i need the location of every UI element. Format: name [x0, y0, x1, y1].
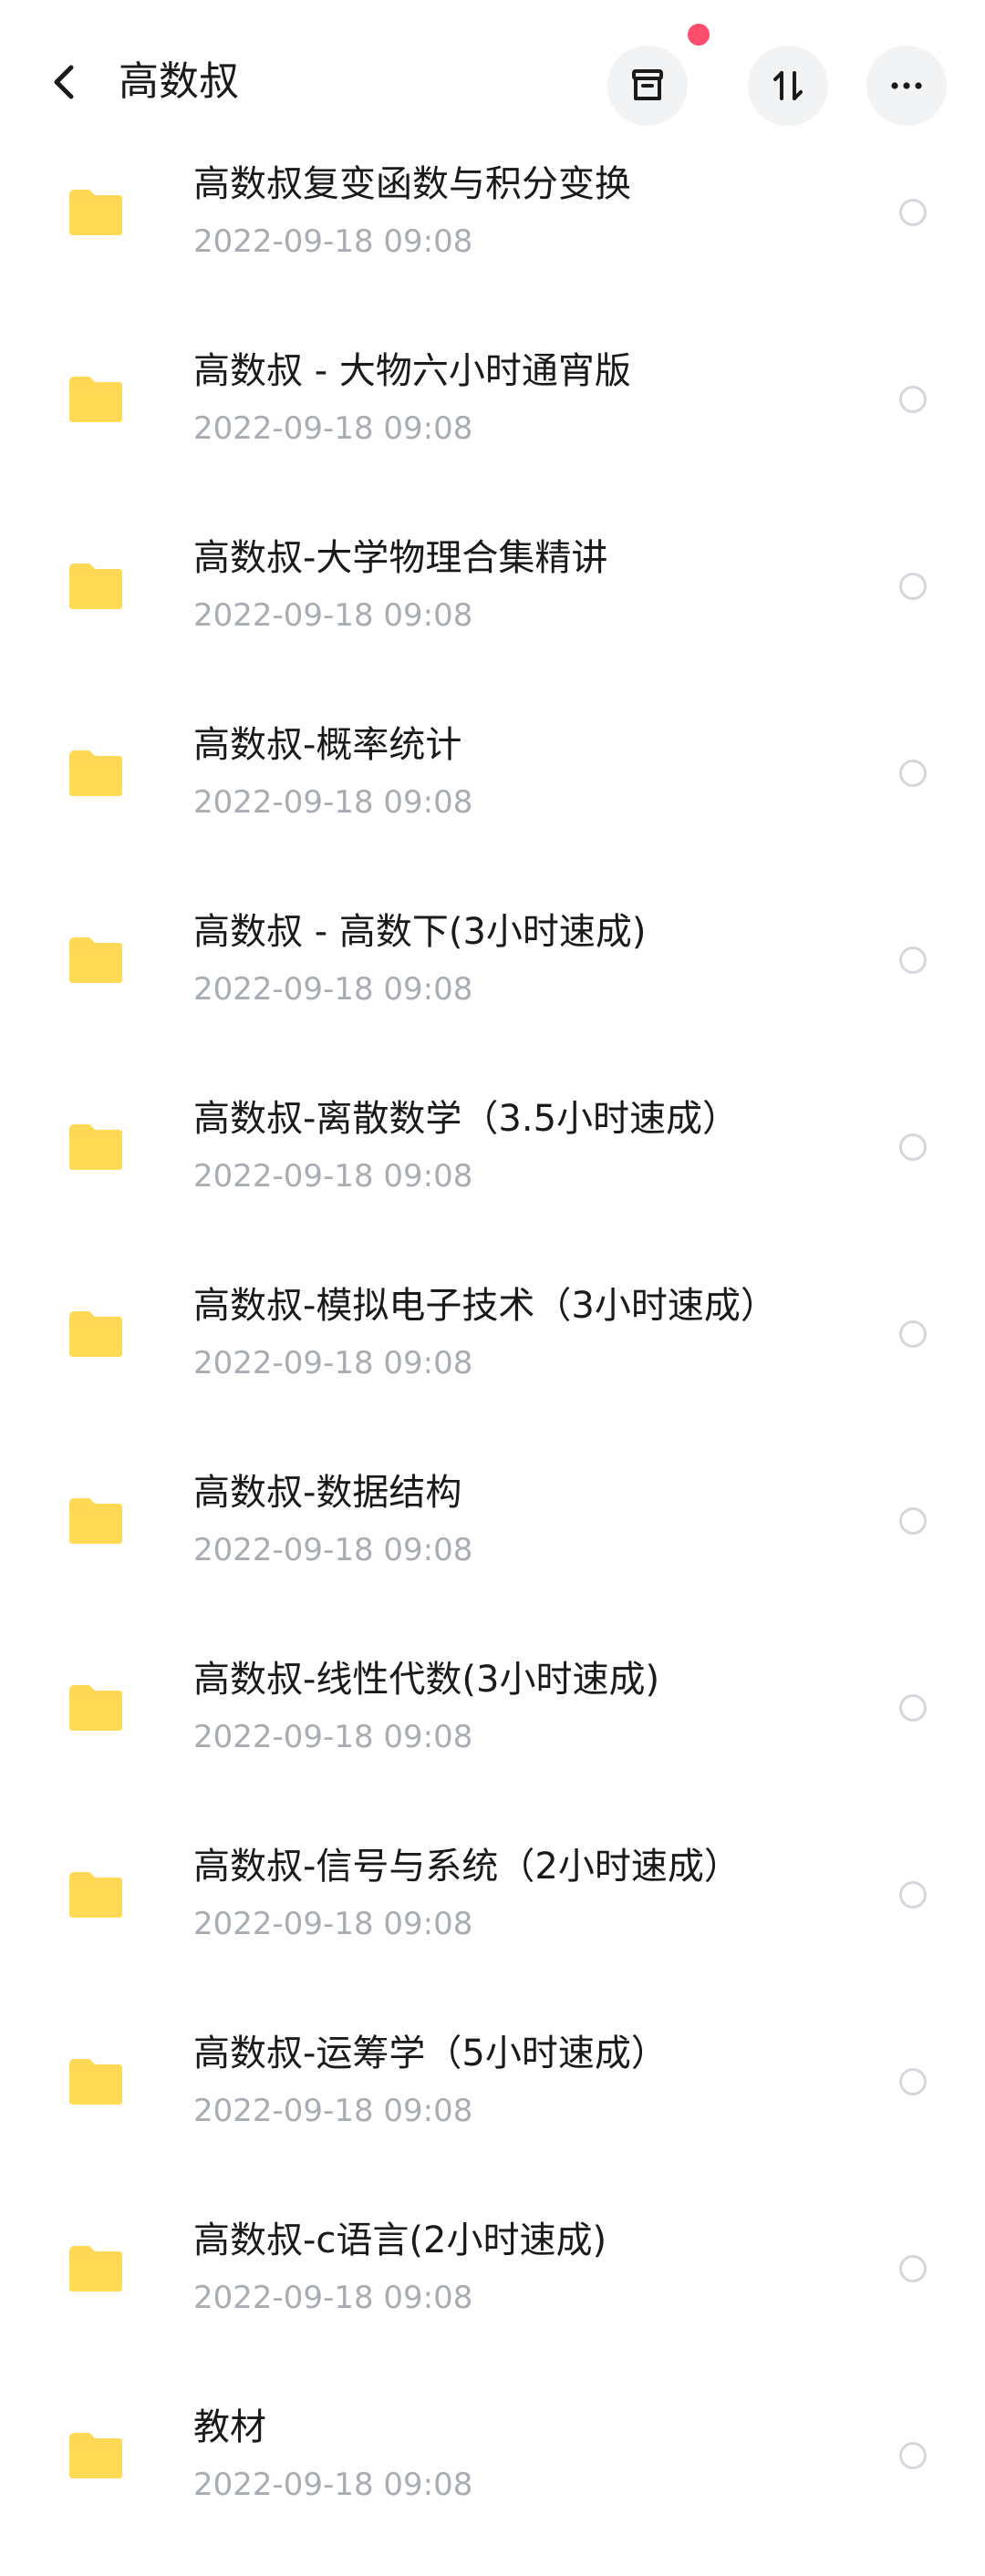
folder-icon [69, 1685, 122, 1731]
select-radio[interactable] [899, 1133, 927, 1161]
item-name: 高数叔-线性代数(3小时速成) [193, 1659, 660, 1701]
item-date: 2022-09-18 09:08 [193, 971, 473, 1008]
back-button[interactable] [40, 57, 91, 108]
file-list: 高数叔复变函数与积分变换 2022-09-18 09:08 高数叔 - 大物六小时通… [0, 146, 985, 2576]
list-item[interactable]: 高数叔-线性代数(3小时速成) 2022-09-18 09:08 [0, 1641, 985, 1828]
item-date: 2022-09-18 09:08 [193, 223, 473, 260]
folder-icon [69, 190, 122, 235]
list-item[interactable]: 高数叔-离散数学（3.5小时速成） 2022-09-18 09:08 [0, 1081, 985, 1267]
item-name: 高数叔-离散数学（3.5小时速成） [193, 1098, 740, 1140]
select-radio[interactable] [899, 1507, 927, 1535]
folder-icon [69, 1872, 122, 1918]
folder-icon [69, 2246, 122, 2292]
folder-icon [69, 750, 122, 796]
back-icon [54, 65, 74, 99]
more-button[interactable] [866, 46, 947, 126]
more-icon [891, 82, 922, 89]
item-date: 2022-09-18 09:08 [193, 1532, 473, 1568]
list-item[interactable]: 高数叔-大学物理合集精讲 2022-09-18 09:08 [0, 520, 985, 707]
item-date: 2022-09-18 09:08 [193, 1906, 473, 1942]
item-name: 高数叔 - 高数下(3小时速成) [193, 911, 647, 953]
list-item[interactable]: 高数叔-信号与系统（2小时速成） 2022-09-18 09:08 [0, 1828, 985, 2015]
sort-icon [773, 71, 803, 100]
select-radio[interactable] [899, 2442, 927, 2469]
folder-icon [69, 2059, 122, 2105]
list-item[interactable]: 高数叔-模拟电子技术（3小时速成） 2022-09-18 09:08 [0, 1267, 985, 1454]
top-bar: 高数叔 [0, 0, 985, 155]
select-radio[interactable] [899, 1881, 927, 1909]
item-date: 2022-09-18 09:08 [193, 2093, 473, 2129]
list-item[interactable]: 教材 2022-09-18 09:08 [0, 2389, 985, 2576]
list-item[interactable]: 高数叔-运筹学（5小时速成） 2022-09-18 09:08 [0, 2015, 985, 2202]
select-radio[interactable] [899, 573, 927, 600]
item-name: 高数叔-模拟电子技术（3小时速成） [193, 1285, 777, 1327]
list-item[interactable]: 高数叔-概率统计 2022-09-18 09:08 [0, 707, 985, 894]
item-name: 高数叔复变函数与积分变换 [193, 163, 631, 205]
folder-icon [69, 2433, 122, 2478]
item-date: 2022-09-18 09:08 [193, 1719, 473, 1755]
folder-icon [69, 564, 122, 609]
list-item[interactable]: 高数叔复变函数与积分变换 2022-09-18 09:08 [0, 146, 985, 333]
folder-icon [69, 1124, 122, 1170]
list-item[interactable]: 高数叔-c语言(2小时速成) 2022-09-18 09:08 [0, 2202, 985, 2389]
item-date: 2022-09-18 09:08 [193, 597, 473, 634]
item-name: 高数叔-信号与系统（2小时速成） [193, 1846, 741, 1888]
notification-dot [688, 24, 710, 46]
archive-button[interactable] [607, 46, 688, 126]
page-title: 高数叔 [119, 58, 239, 105]
item-date: 2022-09-18 09:08 [193, 410, 473, 447]
select-radio[interactable] [899, 947, 927, 974]
select-radio[interactable] [899, 386, 927, 413]
archive-icon [632, 69, 663, 100]
item-name: 高数叔-概率统计 [193, 724, 462, 766]
item-name: 高数叔-数据结构 [193, 1472, 462, 1514]
item-name: 教材 [193, 2406, 266, 2448]
list-item[interactable]: 高数叔 - 大物六小时通宵版 2022-09-18 09:08 [0, 333, 985, 520]
select-radio[interactable] [899, 760, 927, 787]
item-date: 2022-09-18 09:08 [193, 1158, 473, 1195]
folder-icon [69, 1311, 122, 1357]
item-name: 高数叔 - 大物六小时通宵版 [193, 350, 631, 392]
select-radio[interactable] [899, 1694, 927, 1722]
item-date: 2022-09-18 09:08 [193, 2467, 473, 2503]
folder-icon [69, 1498, 122, 1544]
item-name: 高数叔-c语言(2小时速成) [193, 2219, 607, 2261]
select-radio[interactable] [899, 2255, 927, 2282]
item-name: 高数叔-运筹学（5小时速成） [193, 2033, 668, 2074]
select-radio[interactable] [899, 2068, 927, 2095]
item-date: 2022-09-18 09:08 [193, 1345, 473, 1381]
folder-icon [69, 937, 122, 983]
folder-icon [69, 377, 122, 422]
list-item[interactable]: 高数叔-数据结构 2022-09-18 09:08 [0, 1454, 985, 1641]
list-item[interactable]: 高数叔 - 高数下(3小时速成) 2022-09-18 09:08 [0, 894, 985, 1081]
item-date: 2022-09-18 09:08 [193, 2280, 473, 2316]
select-radio[interactable] [899, 199, 927, 226]
select-radio[interactable] [899, 1320, 927, 1348]
item-name: 高数叔-大学物理合集精讲 [193, 537, 608, 579]
sort-button[interactable] [748, 46, 828, 126]
item-date: 2022-09-18 09:08 [193, 784, 473, 821]
